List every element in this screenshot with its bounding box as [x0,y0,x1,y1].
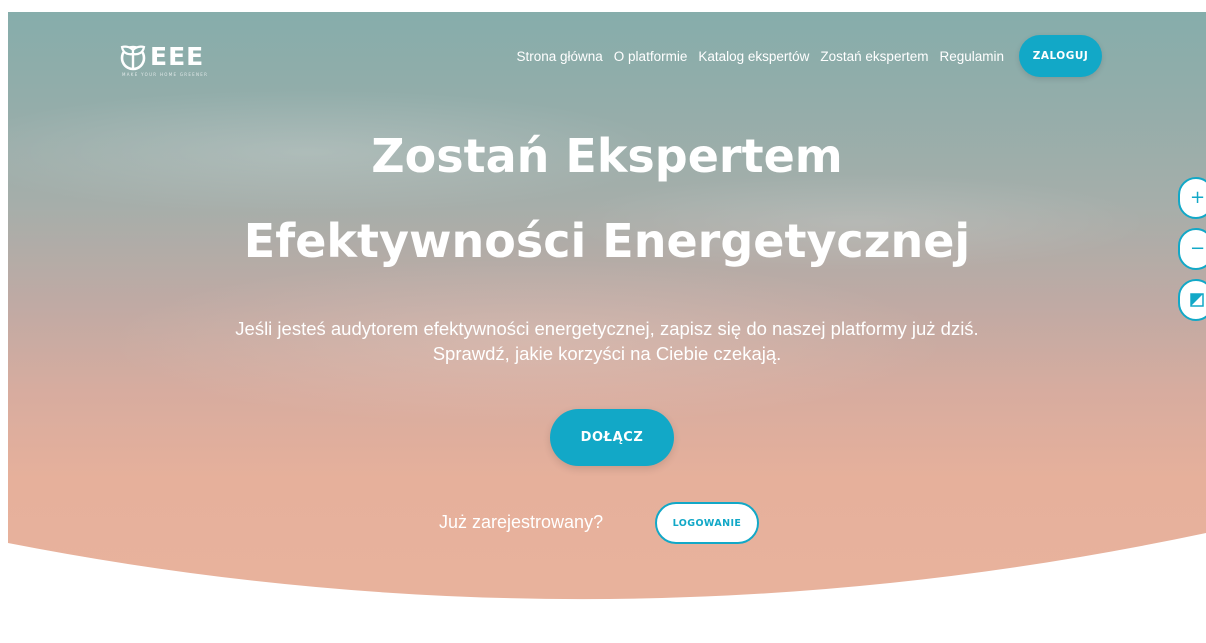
nav-item-home[interactable]: Strona główna [516,49,602,64]
nav-item-experts-catalog[interactable]: Katalog ekspertów [698,49,809,64]
hero-title-line-2: Efektywności Energetycznej [243,214,971,268]
contrast-toggle-button[interactable] [1178,279,1206,321]
nav-item-terms[interactable]: Regulamin [939,49,1004,64]
logo[interactable]: EEE MAKE YOUR HOME GREENER [118,42,207,77]
contrast-icon [1190,293,1204,307]
hero-subtitle-line-1: Jeśli jesteś audytorem efektywności ener… [235,318,979,339]
page: EEE MAKE YOUR HOME GREENER Strona główna… [0,0,1206,643]
zoom-in-button[interactable]: + [1178,177,1206,219]
hero-subtitle-line-2: Sprawdź, jakie korzyści na Ciebie czekaj… [432,343,782,364]
minus-icon: − [1190,238,1206,259]
hero-login-button[interactable]: LOGOWANIE [655,502,759,544]
zoom-out-button[interactable]: − [1178,228,1206,270]
hero-title-line-1: Zostań Ekspertem [371,129,843,183]
nav-item-become-expert[interactable]: Zostań ekspertem [820,49,928,64]
plus-icon: + [1190,187,1206,208]
nav-item-about[interactable]: O platformie [614,49,688,64]
main-nav: Strona główna O platformie Katalog ekspe… [516,34,1102,78]
logo-text: EEE [150,42,205,71]
join-button[interactable]: DOŁĄCZ [550,409,674,466]
login-button[interactable]: ZALOGUJ [1019,35,1102,77]
already-registered-text: Już zarejestrowany? [439,512,604,532]
logo-tagline: MAKE YOUR HOME GREENER [122,72,209,77]
leaf-logo-icon [120,45,146,71]
hero-section: EEE MAKE YOUR HOME GREENER Strona główna… [8,12,1206,643]
